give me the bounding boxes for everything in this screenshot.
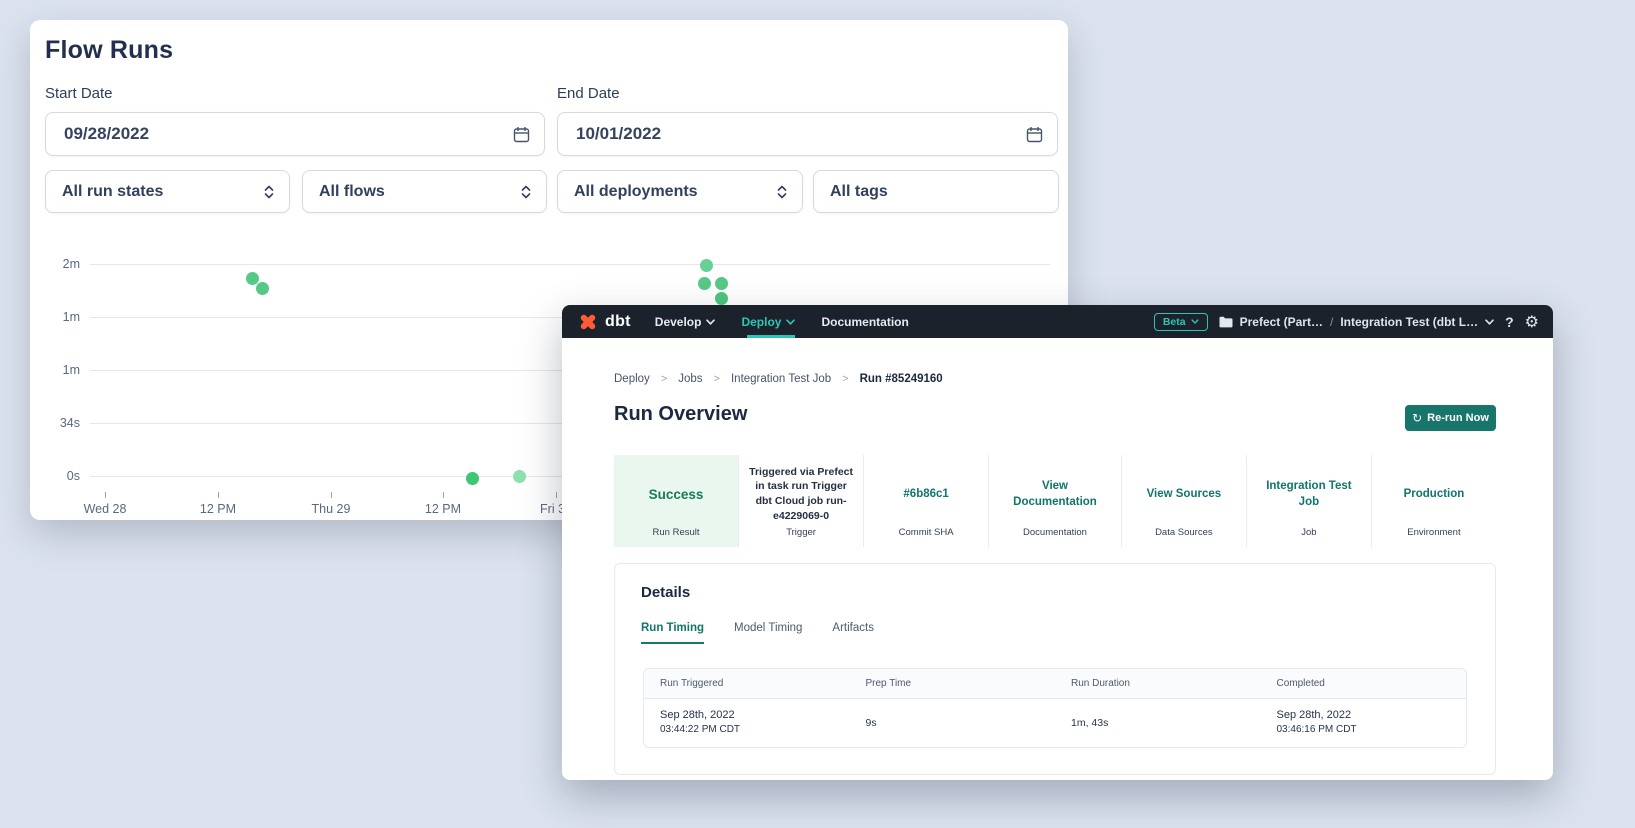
card-job: Integration Test Job Job — [1247, 455, 1372, 547]
folder-icon — [1219, 316, 1233, 328]
chevron-down-icon — [706, 319, 715, 325]
card-label: Trigger — [739, 527, 863, 547]
prep-time-value: 9s — [866, 717, 1056, 729]
card-label: Run Result — [614, 527, 738, 547]
breadcrumb-deploy[interactable]: Deploy — [614, 373, 650, 385]
help-icon[interactable]: ? — [1505, 314, 1514, 330]
run-overview-title: Run Overview — [614, 403, 747, 426]
card-label: Job — [1247, 527, 1371, 547]
cell-run-triggered: Sep 28th, 2022 03:44:22 PM CDT — [644, 709, 850, 735]
card-documentation: View Documentation Documentation — [989, 455, 1122, 547]
rerun-now-button[interactable]: ↻ Re-run Now — [1405, 405, 1496, 431]
breadcrumb-separator-icon: > — [661, 373, 667, 385]
run-timing-table: Run Triggered Prep Time Run Duration Com… — [643, 668, 1467, 748]
col-header-prep-time: Prep Time — [850, 678, 1056, 689]
navbar-right-group: Beta Prefect (Part… / Integration Test (… — [1154, 313, 1539, 331]
nav-item-documentation[interactable]: Documentation — [821, 315, 908, 329]
breadcrumb-jobs[interactable]: Jobs — [678, 373, 702, 385]
view-documentation-link[interactable]: View Documentation — [1013, 478, 1097, 510]
run-triggered-date: Sep 28th, 2022 — [660, 709, 850, 721]
tab-model-timing[interactable]: Model Timing — [734, 622, 802, 644]
breadcrumb-separator-icon: > — [714, 373, 720, 385]
tab-run-timing[interactable]: Run Timing — [641, 622, 704, 644]
completed-date: Sep 28th, 2022 — [1277, 709, 1467, 721]
breadcrumb-current-run: Run #85249160 — [860, 373, 943, 385]
run-result-value: Success — [649, 487, 704, 502]
card-label: Documentation — [989, 527, 1121, 547]
chevron-down-icon — [1485, 319, 1494, 325]
commit-sha-link[interactable]: #6b86c1 — [903, 486, 948, 502]
dbt-cloud-window: dbt Develop Deploy Documentation Beta — [562, 305, 1553, 780]
nav-item-develop[interactable]: Develop — [655, 315, 716, 329]
cell-completed: Sep 28th, 2022 03:46:16 PM CDT — [1261, 709, 1467, 735]
dbt-logo-text: dbt — [605, 313, 631, 331]
table-header-row: Run Triggered Prep Time Run Duration Com… — [644, 669, 1466, 699]
flow-run-dot[interactable] — [513, 470, 526, 483]
col-header-completed: Completed — [1261, 678, 1467, 689]
active-nav-underline — [747, 335, 795, 338]
run-triggered-time: 03:44:22 PM CDT — [660, 724, 850, 735]
cell-prep-time: 9s — [850, 709, 1056, 735]
beta-dropdown[interactable]: Beta — [1154, 313, 1208, 331]
trigger-value: Triggered via Prefect in task run Trigge… — [749, 465, 853, 524]
desktop-canvas: Flow Runs Start Date 09/28/2022 End Date… — [0, 0, 1635, 828]
details-panel: Details Run Timing Model Timing Artifact… — [614, 563, 1496, 775]
environment-link[interactable]: Production — [1404, 486, 1465, 502]
flow-run-dot[interactable] — [715, 292, 728, 305]
details-tabs: Run Timing Model Timing Artifacts — [641, 622, 874, 644]
flow-run-dot[interactable] — [256, 282, 269, 295]
flow-run-dot[interactable] — [698, 277, 711, 290]
chevron-down-icon — [786, 319, 795, 325]
tab-artifacts[interactable]: Artifacts — [832, 622, 874, 644]
run-duration-value: 1m, 43s — [1071, 717, 1261, 729]
environment-name: Integration Test (dbt L… — [1340, 315, 1478, 329]
breadcrumb-separator-icon: > — [842, 373, 848, 385]
card-environment: Production Environment — [1372, 455, 1496, 547]
view-sources-link[interactable]: View Sources — [1147, 486, 1222, 502]
nav-item-label: Develop — [655, 315, 702, 329]
completed-time: 03:46:16 PM CDT — [1277, 724, 1467, 735]
card-data-sources: View Sources Data Sources — [1122, 455, 1247, 547]
flow-run-dot[interactable] — [700, 259, 713, 272]
dbt-logo-icon — [578, 312, 598, 332]
card-commit-sha: #6b86c1 Commit SHA — [864, 455, 989, 547]
flow-run-dot[interactable] — [715, 277, 728, 290]
details-title: Details — [641, 584, 690, 601]
breadcrumb-job-name[interactable]: Integration Test Job — [731, 373, 831, 385]
nav-item-label: Documentation — [821, 315, 908, 329]
card-label: Data Sources — [1122, 527, 1246, 547]
beta-label: Beta — [1163, 316, 1186, 328]
col-header-run-duration: Run Duration — [1055, 678, 1261, 689]
nav-item-deploy[interactable]: Deploy — [741, 315, 795, 329]
job-link[interactable]: Integration Test Job — [1257, 478, 1361, 510]
project-environment-switcher[interactable]: Prefect (Part… / Integration Test (dbt L… — [1219, 315, 1494, 329]
refresh-icon: ↻ — [1412, 411, 1422, 425]
dbt-top-navbar: dbt Develop Deploy Documentation Beta — [562, 305, 1553, 338]
col-header-run-triggered: Run Triggered — [644, 678, 850, 689]
breadcrumb: Deploy > Jobs > Integration Test Job > R… — [614, 373, 943, 385]
card-label: Commit SHA — [864, 527, 988, 547]
nav-item-label: Deploy — [741, 315, 781, 329]
run-summary-cards: Success Run Result Triggered via Prefect… — [614, 455, 1496, 547]
cell-run-duration: 1m, 43s — [1055, 709, 1261, 735]
card-run-result: Success Run Result — [614, 455, 739, 547]
table-row: Sep 28th, 2022 03:44:22 PM CDT 9s 1m, 43… — [644, 699, 1466, 747]
project-separator: / — [1330, 315, 1333, 329]
chevron-down-icon — [1191, 319, 1199, 324]
rerun-now-label: Re-run Now — [1427, 412, 1489, 424]
card-label: Environment — [1372, 527, 1496, 547]
flow-run-dot[interactable] — [466, 472, 479, 485]
gear-icon[interactable]: ⚙ — [1525, 314, 1539, 330]
dbt-logo[interactable]: dbt — [578, 312, 631, 332]
project-name: Prefect (Part… — [1240, 315, 1323, 329]
flow-run-dot[interactable] — [246, 272, 259, 285]
card-trigger: Triggered via Prefect in task run Trigge… — [739, 455, 864, 547]
